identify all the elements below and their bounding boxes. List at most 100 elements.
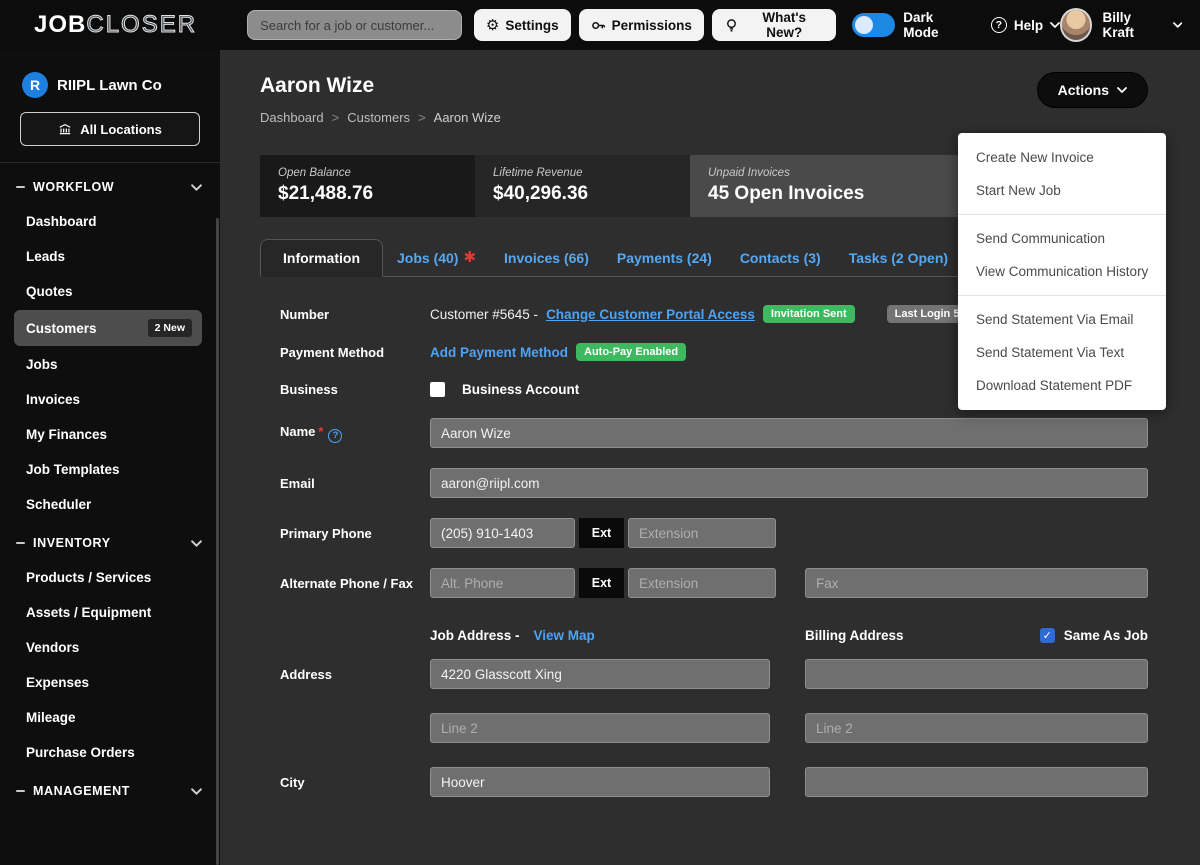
sidebar-item-leads[interactable]: Leads	[14, 240, 202, 273]
dark-mode-control: Dark Mode	[852, 10, 969, 40]
tab-label: Information	[283, 250, 360, 266]
form-row-alt-phone-fax: Alternate Phone / Fax Ext	[280, 568, 1148, 598]
permissions-label: Permissions	[612, 18, 692, 33]
billing-line2-field[interactable]	[805, 713, 1148, 743]
billing-city-field[interactable]	[805, 767, 1148, 797]
alt-phone-field[interactable]	[430, 568, 575, 598]
alt-extension-field[interactable]	[628, 568, 776, 598]
new-count-badge: 2 New	[148, 319, 192, 337]
menu-divider	[958, 295, 1166, 296]
address-label: Address	[280, 666, 430, 683]
city-label: City	[280, 774, 430, 791]
job-line2-field[interactable]	[430, 713, 770, 743]
dark-mode-toggle[interactable]	[852, 13, 896, 37]
menu-divider	[958, 214, 1166, 215]
menu-item-start-new-job[interactable]: Start New Job	[958, 174, 1166, 207]
sidebar-item-purchase-orders[interactable]: Purchase Orders	[14, 736, 202, 769]
tab-payments[interactable]: Payments (24)	[603, 240, 726, 276]
nav-item-label: Scheduler	[26, 497, 91, 512]
sidebar-item-my-finances[interactable]: My Finances	[14, 418, 202, 451]
same-as-job-checkbox[interactable]: ✓	[1040, 628, 1055, 643]
menu-item-send-statement-text[interactable]: Send Statement Via Text	[958, 336, 1166, 369]
sidebar-item-customers[interactable]: Customers 2 New	[14, 310, 202, 346]
menu-item-send-statement-email[interactable]: Send Statement Via Email	[958, 303, 1166, 336]
breadcrumb-dashboard[interactable]: Dashboard	[260, 110, 324, 125]
tab-label: Payments (24)	[617, 250, 712, 266]
menu-item-download-statement-pdf[interactable]: Download Statement PDF	[958, 369, 1166, 402]
settings-button[interactable]: ⚙ Settings	[474, 9, 571, 41]
menu-item-send-communication[interactable]: Send Communication	[958, 222, 1166, 255]
primary-phone-field[interactable]	[430, 518, 575, 548]
view-map-link[interactable]: View Map	[534, 628, 595, 643]
change-portal-access-link[interactable]: Change Customer Portal Access	[546, 307, 755, 322]
sidebar-scrollbar[interactable]	[216, 218, 219, 865]
name-field[interactable]	[430, 418, 1148, 448]
sidebar-item-expenses[interactable]: Expenses	[14, 666, 202, 699]
sidebar-item-mileage[interactable]: Mileage	[14, 701, 202, 734]
breadcrumb-separator: >	[332, 110, 340, 125]
sidebar-item-vendors[interactable]: Vendors	[14, 631, 202, 664]
nav-section-workflow[interactable]: WORKFLOW	[0, 167, 220, 205]
tab-tasks[interactable]: Tasks (2 Open)	[835, 240, 962, 276]
sidebar-item-quotes[interactable]: Quotes	[14, 275, 202, 308]
chevron-down-icon	[191, 540, 202, 547]
business-label: Business	[280, 381, 430, 398]
menu-item-view-communication-history[interactable]: View Communication History	[958, 255, 1166, 288]
number-label: Number	[280, 306, 430, 323]
section-label: WORKFLOW	[33, 180, 114, 194]
actions-button[interactable]: Actions	[1037, 72, 1148, 108]
user-menu[interactable]: Billy Kraft	[1060, 8, 1182, 42]
job-address-field[interactable]	[430, 659, 770, 689]
stat-label: Open Balance	[278, 167, 457, 179]
all-locations-button[interactable]: All Locations	[20, 112, 200, 146]
permissions-button[interactable]: Permissions	[579, 9, 704, 41]
sidebar-item-job-templates[interactable]: Job Templates	[14, 453, 202, 486]
app-logo: JOBCLOSER	[34, 11, 197, 39]
nav-section-management[interactable]: MANAGEMENT	[0, 771, 220, 809]
breadcrumb-customers[interactable]: Customers	[347, 110, 410, 125]
whats-new-button[interactable]: What's New?	[712, 9, 836, 41]
key-icon	[591, 18, 606, 33]
tab-information[interactable]: Information	[260, 239, 383, 277]
search-input[interactable]	[247, 10, 462, 40]
nav-section-inventory[interactable]: INVENTORY	[0, 523, 220, 561]
nav-item-label: My Finances	[26, 427, 107, 442]
caret-down-icon	[1117, 87, 1127, 93]
name-label-text: Name	[280, 424, 315, 439]
logo-text-closer: CLOSER	[86, 11, 197, 39]
primary-extension-field[interactable]	[628, 518, 776, 548]
sidebar-item-scheduler[interactable]: Scheduler	[14, 488, 202, 521]
breadcrumb: Dashboard > Customers > Aaron Wize	[260, 110, 501, 125]
sidebar-item-invoices[interactable]: Invoices	[14, 383, 202, 416]
sidebar-item-assets-equipment[interactable]: Assets / Equipment	[14, 596, 202, 629]
chevron-down-icon	[1050, 22, 1060, 28]
tab-label: Tasks (2 Open)	[849, 250, 948, 266]
company-logo: R	[22, 72, 48, 98]
all-locations-label: All Locations	[80, 122, 162, 137]
tab-label: Contacts (3)	[740, 250, 821, 266]
job-city-field[interactable]	[430, 767, 770, 797]
business-account-checkbox[interactable]	[430, 382, 445, 397]
sidebar-item-products-services[interactable]: Products / Services	[14, 561, 202, 594]
stat-value: $21,488.76	[278, 183, 457, 205]
help-menu[interactable]: ? Help	[991, 17, 1060, 33]
sidebar-item-jobs[interactable]: Jobs	[14, 348, 202, 381]
add-payment-method-link[interactable]: Add Payment Method	[430, 345, 568, 360]
dark-mode-label: Dark Mode	[903, 10, 969, 40]
breadcrumb-current: Aaron Wize	[434, 110, 501, 125]
primary-phone-label: Primary Phone	[280, 525, 430, 542]
tab-jobs[interactable]: Jobs (40)✱	[383, 240, 490, 276]
fax-field[interactable]	[805, 568, 1148, 598]
email-field[interactable]	[430, 468, 1148, 498]
nav-item-label: Products / Services	[26, 570, 151, 585]
tab-invoices[interactable]: Invoices (66)	[490, 240, 603, 276]
help-label: Help	[1014, 18, 1043, 33]
billing-address-field[interactable]	[805, 659, 1148, 689]
nav-item-label: Purchase Orders	[26, 745, 135, 760]
sidebar-item-dashboard[interactable]: Dashboard	[14, 205, 202, 238]
menu-item-create-new-invoice[interactable]: Create New Invoice	[958, 141, 1166, 174]
actions-dropdown-menu: Create New Invoice Start New Job Send Co…	[958, 133, 1166, 410]
settings-label: Settings	[505, 18, 558, 33]
help-circle-icon[interactable]: ?	[328, 429, 342, 443]
tab-contacts[interactable]: Contacts (3)	[726, 240, 835, 276]
